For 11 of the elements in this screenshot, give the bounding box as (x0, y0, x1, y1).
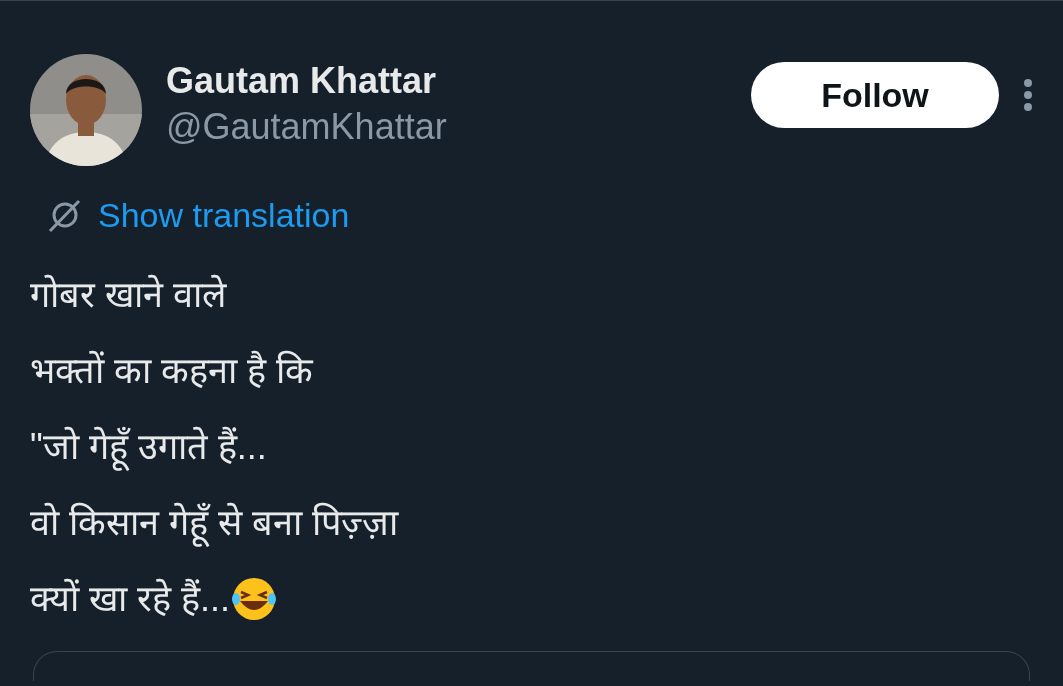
user-handle[interactable]: @GautamKhattar (166, 104, 751, 150)
user-name[interactable]: Gautam Khattar (166, 58, 751, 104)
show-translation-link[interactable]: Show translation (98, 190, 350, 241)
tweet-text-line: "जो गेहूँ उगाते हैं... (30, 409, 267, 485)
follow-button[interactable]: Follow (751, 62, 999, 128)
tweet-text-line: भक्तों का कहना है कि (30, 349, 313, 393)
tweet-text-line: वो किसान गेहूँ से बना पिज़्ज़ा (30, 485, 398, 561)
more-options-icon[interactable] (1023, 78, 1033, 112)
tweet-text-line: गोबर खाने वाले (30, 273, 226, 317)
laughing-emoji-icon (230, 575, 278, 623)
tweet-text-line: क्यों खा रहे हैं... (30, 577, 230, 621)
